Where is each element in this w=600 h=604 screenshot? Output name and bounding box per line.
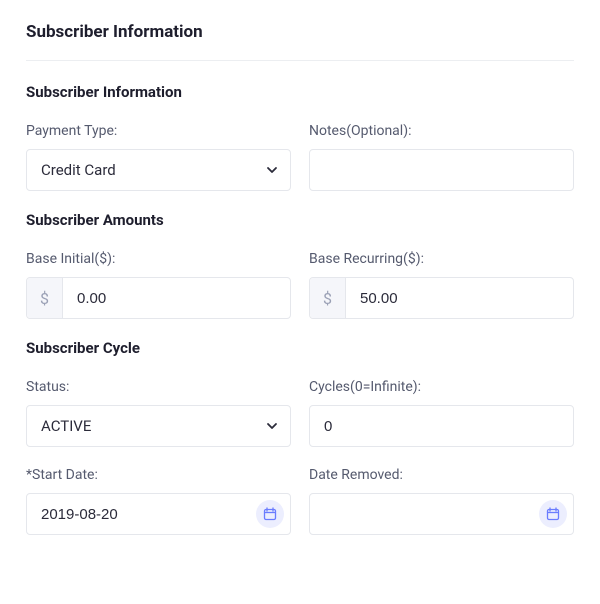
section-title-cycle: Subscriber Cycle [26,339,574,357]
base-initial-input[interactable] [63,278,290,318]
start-date-field[interactable] [26,493,291,535]
page-title: Subscriber Information [26,22,574,42]
status-label: Status: [26,379,291,395]
section-title-info: Subscriber Information [26,83,574,101]
start-date-label: *Start Date: [26,467,291,483]
payment-type-value: Credit Card [27,150,290,190]
section-title-amounts: Subscriber Amounts [26,211,574,229]
dollar-icon: $ [310,278,346,318]
base-initial-field: $ [26,277,291,319]
status-value: ACTIVE [27,406,290,446]
date-removed-input[interactable] [310,494,573,534]
divider [26,60,574,61]
base-recurring-input[interactable] [346,278,573,318]
dollar-icon: $ [27,278,63,318]
payment-type-select[interactable]: Credit Card [26,149,291,191]
date-removed-label: Date Removed: [309,467,574,483]
cycles-field [309,405,574,447]
notes-field-wrapper [309,149,574,191]
base-recurring-label: Base Recurring($): [309,251,574,267]
notes-label: Notes(Optional): [309,123,574,139]
base-initial-label: Base Initial($): [26,251,291,267]
calendar-icon [256,500,284,528]
notes-input[interactable] [310,150,573,190]
cycles-input[interactable] [310,406,573,446]
payment-type-label: Payment Type: [26,123,291,139]
status-select[interactable]: ACTIVE [26,405,291,447]
base-recurring-field: $ [309,277,574,319]
cycles-label: Cycles(0=Infinite): [309,379,574,395]
date-removed-field[interactable] [309,493,574,535]
calendar-icon [539,500,567,528]
start-date-input[interactable] [27,494,290,534]
